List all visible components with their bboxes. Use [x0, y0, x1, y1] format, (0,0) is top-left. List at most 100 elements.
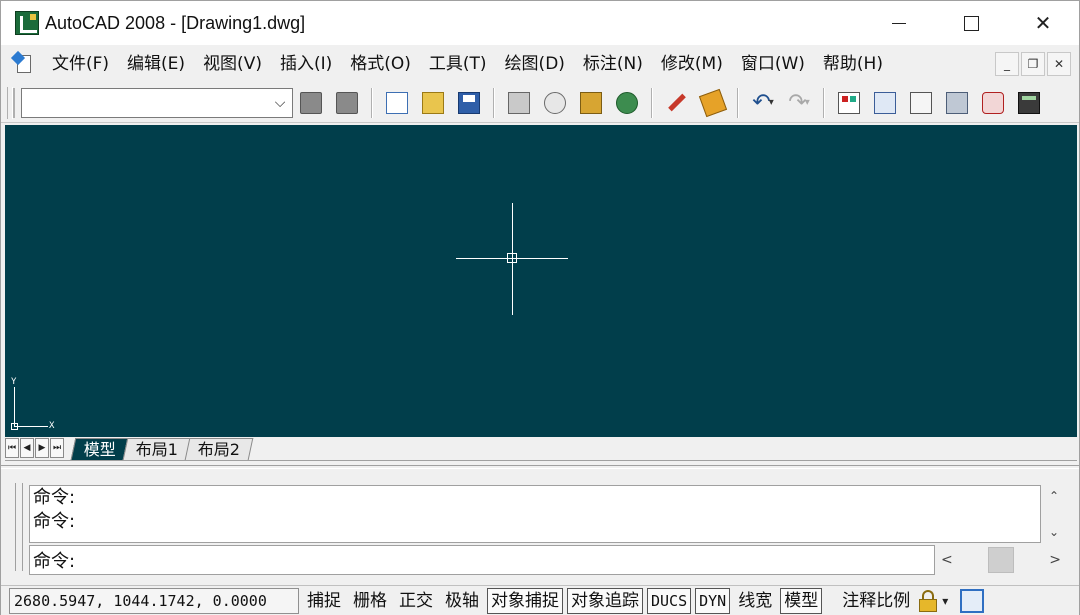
match-properties-button[interactable] [698, 88, 728, 118]
tool-palettes-button[interactable] [907, 88, 935, 118]
ucs-y-label: Y [11, 377, 17, 387]
sheet-set-icon [946, 91, 968, 114]
chevron-down-icon[interactable]: ▾ [805, 97, 810, 108]
polar-toggle[interactable]: 极轴 [441, 588, 483, 614]
calculator-icon [1018, 91, 1040, 114]
save-disk-icon [458, 91, 480, 114]
next-tab-button[interactable]: ▶ [35, 438, 49, 458]
workspace-combo[interactable]: ⌵ [21, 87, 293, 118]
ortho-toggle[interactable]: 正交 [395, 588, 437, 614]
status-bar: 2680.5947, 1044.1742, 0.0000 捕捉 栅格 正交 极轴… [1, 585, 1079, 615]
markup-set-button[interactable] [979, 88, 1007, 118]
grid-toggle[interactable]: 栅格 [349, 588, 391, 614]
design-center-button[interactable] [871, 88, 899, 118]
close-button[interactable]: ✕ [1007, 1, 1079, 45]
toolbar-separator [651, 87, 653, 118]
annotation-scale-label[interactable]: 注释比例 [838, 588, 914, 614]
open-button[interactable] [419, 88, 447, 118]
maximize-button[interactable] [935, 1, 1007, 45]
tab-model[interactable]: 模型 [70, 438, 130, 460]
menu-file[interactable]: 文件(F) [43, 45, 118, 83]
workspace-settings-button[interactable] [297, 88, 325, 118]
publish-web-button[interactable] [613, 88, 641, 118]
command-history: 命令: 命令: [29, 485, 1041, 543]
printer-icon [508, 91, 530, 114]
gear-icon [300, 91, 322, 114]
scroll-right-icon[interactable]: > [1049, 552, 1061, 568]
pencil-icon [668, 93, 686, 112]
command-input[interactable]: 命令: [29, 545, 935, 575]
workspace-save-button[interactable] [333, 88, 361, 118]
globe-icon [616, 91, 638, 114]
menu-tools[interactable]: 工具(T) [420, 45, 496, 83]
menu-help[interactable]: 帮助(H) [814, 45, 892, 83]
menu-dimension[interactable]: 标注(N) [574, 45, 652, 83]
scroll-up-icon[interactable]: ⌃ [1049, 489, 1059, 503]
sheet-set-button[interactable] [943, 88, 971, 118]
redo-button[interactable]: ↷ ▾ [785, 88, 813, 118]
ducs-toggle[interactable]: DUCS [647, 587, 692, 614]
menu-insert[interactable]: 插入(I) [271, 45, 341, 83]
command-history-scrollbar[interactable]: ⌃ ⌄ [1041, 485, 1067, 543]
model-space-toggle[interactable]: 模型 [780, 587, 823, 614]
coordinate-display[interactable]: 2680.5947, 1044.1742, 0.0000 [9, 587, 299, 614]
command-window-grip[interactable] [15, 483, 23, 571]
tab-layout1[interactable]: 布局1 [122, 438, 192, 460]
cut-button[interactable] [663, 88, 691, 118]
lock-icon[interactable] [918, 589, 938, 612]
doc-restore-button[interactable]: ❐ [1021, 52, 1045, 76]
menu-edit[interactable]: 编辑(E) [118, 45, 194, 83]
prev-tab-button[interactable]: ◀ [20, 438, 34, 458]
menu-view[interactable]: 视图(V) [194, 45, 271, 83]
crosshair-pickbox [507, 253, 517, 263]
undo-button[interactable]: ↶ ▾ [749, 88, 777, 118]
quick-calc-button[interactable] [1015, 88, 1043, 118]
plot-button[interactable] [505, 88, 533, 118]
dyn-toggle[interactable]: DYN [695, 587, 731, 614]
save-button[interactable] [455, 88, 483, 118]
menu-draw[interactable]: 绘图(D) [496, 45, 574, 83]
command-history-line: 命令: [33, 487, 76, 508]
new-button[interactable] [383, 88, 411, 118]
snap-toggle[interactable]: 捕捉 [303, 588, 345, 614]
command-window-splitter[interactable] [1, 465, 1079, 469]
first-tab-button[interactable]: ⏮ [5, 438, 19, 458]
chevron-down-icon[interactable]: ▾ [769, 97, 774, 108]
clean-screen-icon[interactable] [960, 588, 985, 613]
menu-modify[interactable]: 修改(M) [652, 45, 732, 83]
document-menu-icon[interactable] [10, 50, 35, 75]
document-window-controls: _ ❐ ✕ [995, 52, 1071, 76]
publish-icon [580, 91, 602, 114]
drawing-canvas[interactable]: Y X [5, 125, 1077, 437]
scroll-thumb[interactable] [988, 547, 1014, 573]
osnap-toggle[interactable]: 对象捕捉 [487, 587, 563, 614]
maximize-icon [963, 15, 979, 31]
scroll-left-icon[interactable]: < [941, 552, 953, 568]
scroll-down-icon[interactable]: ⌄ [1049, 525, 1059, 539]
toolbar-grip[interactable] [7, 86, 13, 119]
chevron-down-icon[interactable]: ▾ [942, 594, 948, 608]
menu-window[interactable]: 窗口(W) [732, 45, 814, 83]
markup-icon [982, 91, 1004, 114]
command-horizontal-scrollbar[interactable]: < > [935, 545, 1067, 575]
doc-minimize-button[interactable]: _ [995, 52, 1019, 76]
plot-preview-button[interactable] [541, 88, 569, 118]
properties-button[interactable] [835, 88, 863, 118]
lineweight-toggle[interactable]: 线宽 [734, 588, 776, 614]
ucs-x-label: X [49, 421, 55, 431]
chevron-down-icon[interactable]: ⌵ [272, 94, 288, 112]
menu-format[interactable]: 格式(O) [341, 45, 420, 83]
toolbar-separator [493, 87, 495, 118]
menu-bar: 文件(F) 编辑(E) 视图(V) 插入(I) 格式(O) 工具(T) 绘图(D… [1, 45, 1079, 83]
tab-layout2[interactable]: 布局2 [184, 438, 254, 460]
standard-toolbar: ⌵ ↶ ▾ ↷ ▾ [1, 83, 1079, 123]
minimize-button[interactable] [863, 1, 935, 45]
command-history-line: 命令: [33, 511, 76, 532]
otrack-toggle[interactable]: 对象追踪 [567, 587, 643, 614]
close-icon: ✕ [1034, 11, 1052, 35]
doc-close-button[interactable]: ✕ [1047, 52, 1071, 76]
window-title: AutoCAD 2008 - [Drawing1.dwg] [45, 12, 306, 33]
last-tab-button[interactable]: ⏭ [50, 438, 64, 458]
autocad-app-icon[interactable] [15, 11, 39, 35]
publish-button[interactable] [577, 88, 605, 118]
